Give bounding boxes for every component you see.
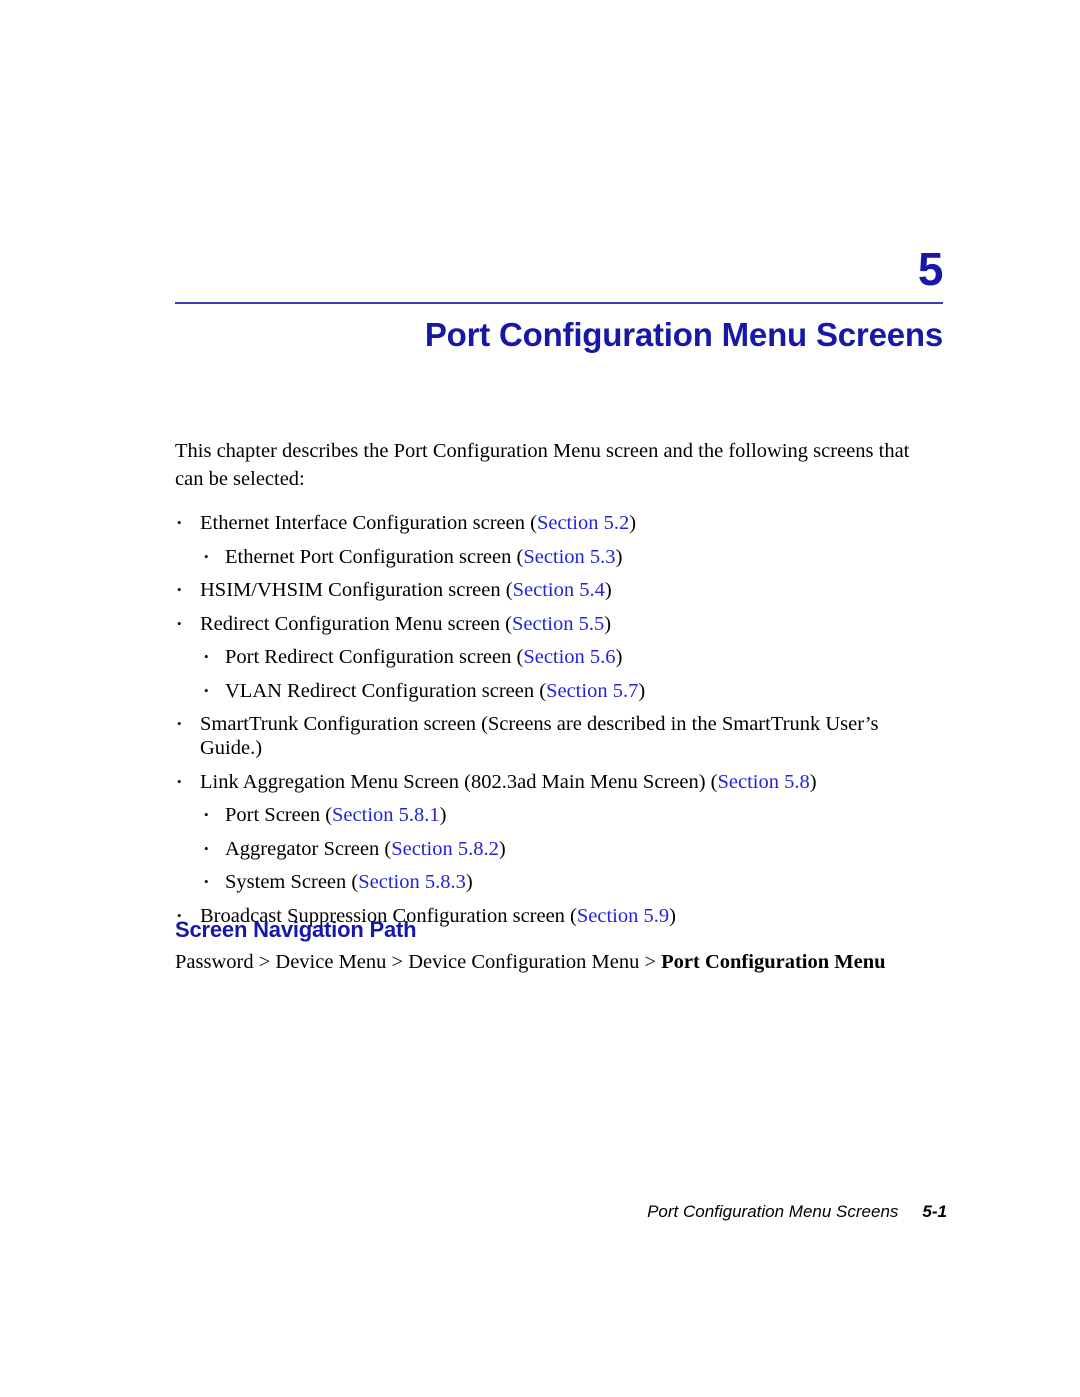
section-link[interactable]: Section 5.8.1 xyxy=(332,804,440,826)
chapter-divider-rule xyxy=(175,302,943,304)
list-item: Ethernet Interface Configuration screen … xyxy=(175,511,943,535)
list-item-suffix: ) xyxy=(629,512,637,534)
section-link[interactable]: Section 5.3 xyxy=(523,546,615,568)
list-item-suffix: ) xyxy=(498,837,506,860)
list-item-suffix: ) xyxy=(809,770,817,793)
list-item-label: Ethernet Port Configuration screen ( xyxy=(225,545,524,568)
list-item: Redirect Configuration Menu screen (Sect… xyxy=(175,612,943,636)
list-item-label: Link Aggregation Menu Screen (802.3ad Ma… xyxy=(200,770,718,793)
intro-paragraph: This chapter describes the Port Configur… xyxy=(175,440,910,490)
list-item-suffix: ) xyxy=(439,804,447,826)
navigation-path-prefix: Password > Device Menu > Device Configur… xyxy=(175,951,662,973)
section-link[interactable]: Section 5.8 xyxy=(718,771,810,793)
section-link[interactable]: Section 5.4 xyxy=(513,579,605,601)
list-item-label: SmartTrunk Configuration screen (Screens… xyxy=(200,713,879,759)
section-link[interactable]: Section 5.5 xyxy=(512,613,604,635)
section-link[interactable]: Section 5.8.2 xyxy=(391,838,499,860)
document-page: 5 Port Configuration Menu Screens This c… xyxy=(0,0,1080,1397)
section-link[interactable]: Section 5.7 xyxy=(546,680,638,702)
page-title: Port Configuration Menu Screens xyxy=(424,316,943,353)
section-link[interactable]: Section 5.6 xyxy=(523,646,615,668)
page-footer: Port Configuration Menu Screens 5-1 xyxy=(175,1201,947,1223)
section-link[interactable]: Section 5.8.3 xyxy=(358,871,466,893)
list-item-label: System Screen ( xyxy=(225,871,359,893)
navigation-path: Password > Device Menu > Device Configur… xyxy=(175,949,943,975)
screen-navigation-path-section: Screen Navigation Path Password > Device… xyxy=(175,917,943,975)
list-item-label: HSIM/VHSIM Configuration screen ( xyxy=(200,579,513,601)
chapter-body: This chapter describes the Port Configur… xyxy=(175,437,943,937)
navigation-path-current: Port Configuration Menu xyxy=(661,951,886,973)
footer-page-number: 5-1 xyxy=(922,1202,947,1221)
list-item-suffix: ) xyxy=(615,545,623,568)
list-item: Ethernet Port Configuration screen (Sect… xyxy=(175,545,943,569)
footer-running-title: Port Configuration Menu Screens xyxy=(647,1202,899,1221)
section-heading-screen-navigation-path: Screen Navigation Path xyxy=(175,917,417,942)
list-item-suffix: ) xyxy=(604,579,612,601)
list-item-label: Port Screen ( xyxy=(225,804,333,826)
list-item: Aggregator Screen (Section 5.8.2) xyxy=(175,837,943,861)
list-item: HSIM/VHSIM Configuration screen (Section… xyxy=(175,578,943,602)
list-item: SmartTrunk Configuration screen (Screens… xyxy=(175,712,943,760)
chapter-header: 5 Port Configuration Menu Screens xyxy=(175,243,944,355)
list-item-label: VLAN Redirect Configuration screen ( xyxy=(225,679,547,702)
list-item-suffix: ) xyxy=(604,612,612,635)
screen-list: Ethernet Interface Configuration screen … xyxy=(175,511,943,928)
list-item: VLAN Redirect Configuration screen (Sect… xyxy=(175,679,943,703)
list-item-label: Redirect Configuration Menu screen ( xyxy=(200,612,512,635)
list-item: Port Redirect Configuration screen (Sect… xyxy=(175,645,943,669)
chapter-number: 5 xyxy=(917,243,944,295)
list-item-label: Port Redirect Configuration screen ( xyxy=(225,646,524,668)
list-item-suffix: ) xyxy=(615,646,623,668)
list-item: System Screen (Section 5.8.3) xyxy=(175,870,943,894)
list-item-label: Ethernet Interface Configuration screen … xyxy=(200,512,537,534)
list-item: Link Aggregation Menu Screen (802.3ad Ma… xyxy=(175,770,943,794)
list-item: Port Screen (Section 5.8.1) xyxy=(175,803,943,827)
list-item-suffix: ) xyxy=(638,679,646,702)
section-link[interactable]: Section 5.2 xyxy=(537,512,629,534)
list-item-suffix: ) xyxy=(465,871,473,893)
list-item-label: Aggregator Screen ( xyxy=(225,837,392,860)
